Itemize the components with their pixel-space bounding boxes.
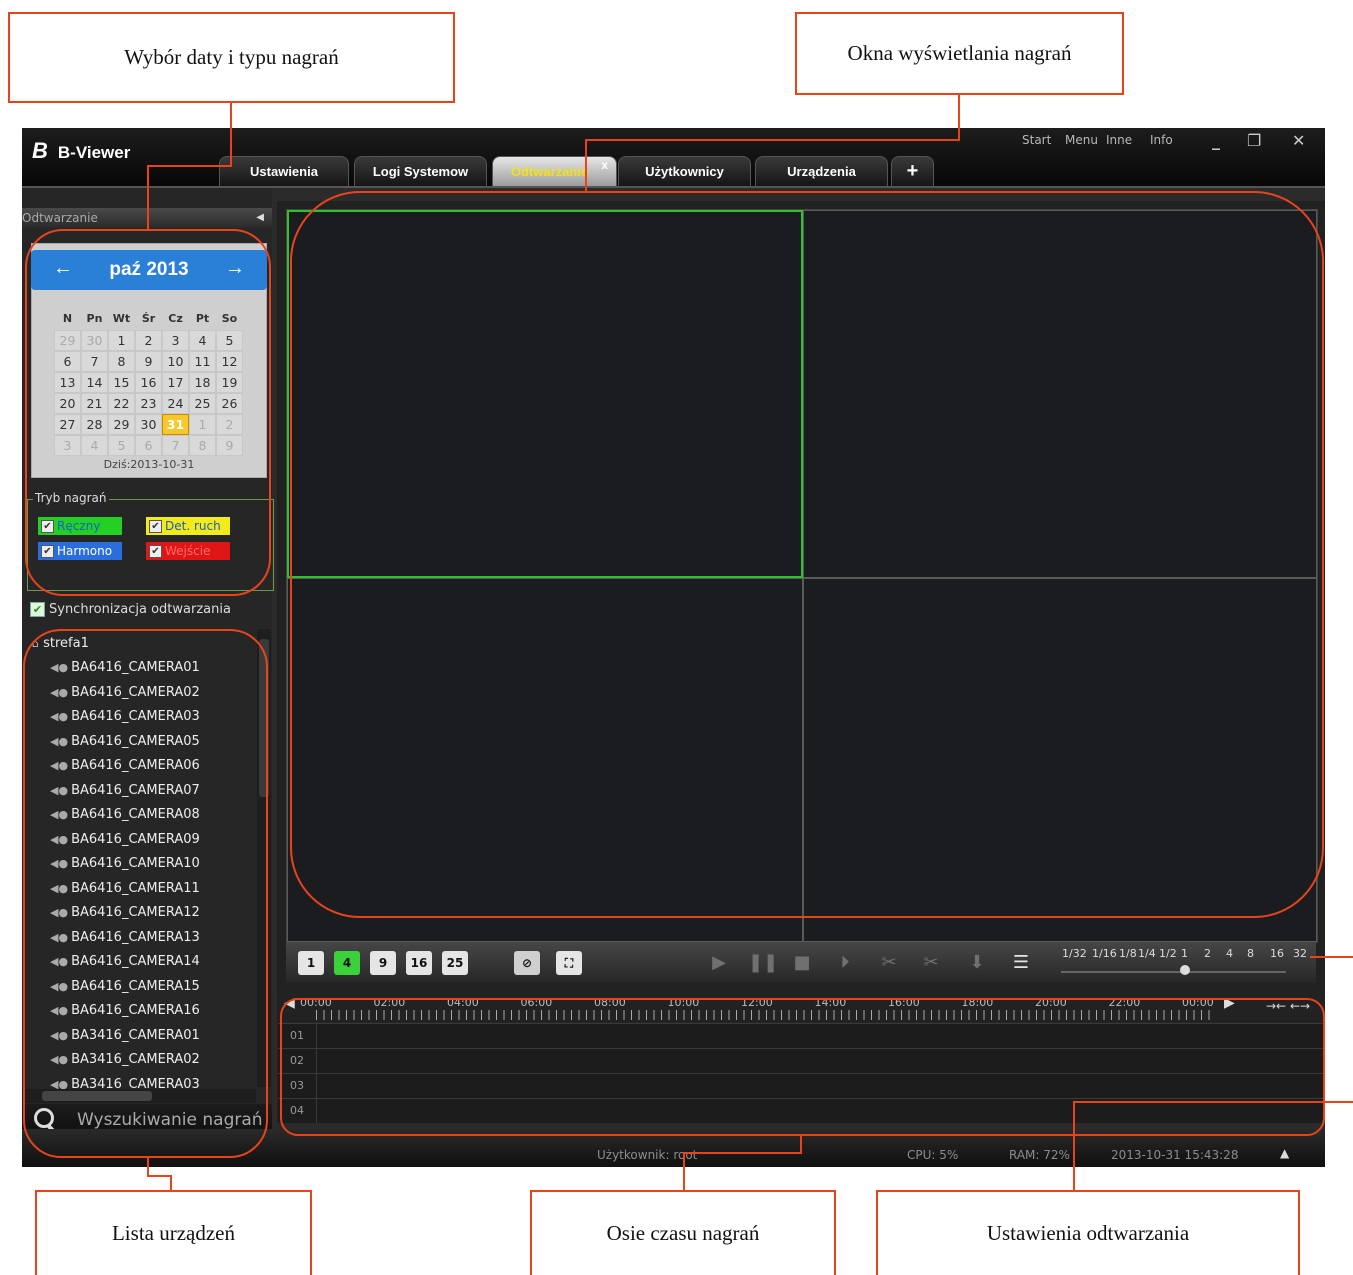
status-datetime: 2013-10-31 15:43:28: [1111, 1148, 1239, 1162]
minimize-icon[interactable]: _: [1212, 131, 1220, 150]
add-tab-button[interactable]: +: [891, 156, 934, 186]
layout-16-button[interactable]: 16: [406, 951, 432, 975]
clip-end-icon[interactable]: ✂: [918, 952, 944, 974]
tab-settings[interactable]: Ustawienia: [219, 156, 349, 186]
restore-icon[interactable]: ❐: [1247, 131, 1261, 150]
speed-slider-thumb[interactable]: [1180, 965, 1190, 975]
highlight-device-list: [23, 629, 268, 1158]
sync-playback-checkbox[interactable]: ✔ Synchronizacja odtwarzania: [30, 602, 231, 617]
callout-playback-settings: Ustawienia odtwarzania: [876, 1190, 1300, 1275]
tab-playback[interactable]: Odtwarzanie x: [492, 156, 617, 186]
callout-date-type: Wybór daty i typu nagrań: [8, 12, 455, 103]
tab-close-icon[interactable]: x: [601, 158, 608, 172]
speed-tick[interactable]: 1/16: [1092, 947, 1117, 960]
stop-icon[interactable]: ■: [789, 952, 815, 974]
layout-4-button[interactable]: 4: [334, 951, 360, 975]
title-bar: B B-Viewer Start Menu Inne Info _ ❐ ✕ Ust…: [22, 128, 1325, 188]
tab-devices[interactable]: Urządzenia: [755, 156, 888, 186]
list-icon[interactable]: ☰: [1008, 952, 1034, 974]
checkbox-checked-icon[interactable]: ✔: [30, 602, 45, 617]
speed-tick[interactable]: 32: [1293, 947, 1307, 960]
highlight-calendar: [25, 229, 271, 596]
speed-tick[interactable]: 1: [1181, 947, 1188, 960]
app-logo: B B-Viewer: [32, 138, 130, 164]
highlight-display: [290, 191, 1324, 918]
callout-display-windows: Okna wyświetlania nagrań: [795, 12, 1124, 95]
callout-device-list: Lista urządzeń: [35, 1190, 312, 1275]
layout-25-button[interactable]: 25: [442, 951, 468, 975]
layout-1-button[interactable]: 1: [298, 951, 324, 975]
menu-start[interactable]: Start: [1022, 133, 1051, 147]
speed-slider-track[interactable]: [1061, 971, 1286, 973]
logo-icon: B: [32, 138, 48, 163]
download-icon[interactable]: ⬇: [964, 952, 990, 974]
speed-tick[interactable]: 1/8: [1119, 947, 1137, 960]
status-cpu: CPU: 5%: [907, 1148, 959, 1162]
collapse-sidebar-icon[interactable]: ◀: [256, 208, 264, 228]
step-frame-icon[interactable]: ⏵: [832, 952, 858, 974]
fullscreen-icon[interactable]: ⛶: [556, 951, 582, 975]
speed-tick[interactable]: 1/32: [1062, 947, 1087, 960]
playback-control-bar: 1 4 9 16 25 ⊘ ⛶ ▶ ❚❚ ■ ⏵ ✂ ✂ ⬇ ☰ 1/32 1/16 1/8…: [286, 943, 1316, 983]
play-icon[interactable]: ▶: [706, 952, 732, 974]
tab-users[interactable]: Użytkownicy: [618, 156, 751, 186]
sync-playback-label: Synchronizacja odtwarzania: [49, 602, 231, 617]
tab-system-logs[interactable]: Logi Systemow: [354, 156, 487, 186]
speed-tick[interactable]: 1/4: [1138, 947, 1156, 960]
close-window-icon[interactable]: ✕: [1292, 131, 1305, 150]
sidebar-header-label: Odtwarzanie: [22, 211, 98, 225]
clip-start-icon[interactable]: ✂: [876, 952, 902, 974]
stop-all-icon[interactable]: ⊘: [514, 951, 540, 975]
highlight-timeline: [280, 998, 1325, 1136]
menu-other[interactable]: Inne: [1106, 133, 1132, 147]
menu-menu[interactable]: Menu: [1065, 133, 1098, 147]
speed-tick[interactable]: 16: [1270, 947, 1284, 960]
speed-tick[interactable]: 8: [1247, 947, 1254, 960]
callout-timelines: Osie czasu nagrań: [530, 1190, 836, 1275]
app-title: B-Viewer: [57, 143, 131, 162]
expand-icon[interactable]: ▲: [1280, 1146, 1289, 1160]
status-ram: RAM: 72%: [1009, 1148, 1070, 1162]
layout-9-button[interactable]: 9: [370, 951, 396, 975]
speed-tick[interactable]: 4: [1226, 947, 1233, 960]
pause-icon[interactable]: ❚❚: [748, 952, 778, 974]
menu-info[interactable]: Info: [1150, 133, 1173, 147]
speed-tick[interactable]: 2: [1204, 947, 1211, 960]
speed-tick[interactable]: 1/2: [1159, 947, 1177, 960]
